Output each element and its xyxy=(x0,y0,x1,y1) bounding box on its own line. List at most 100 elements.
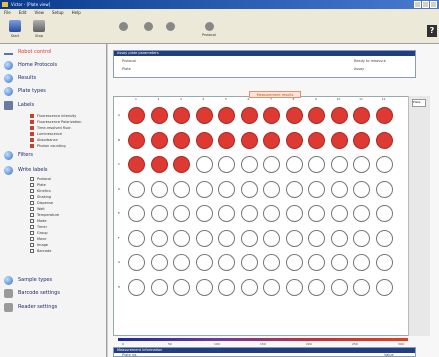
plate-well[interactable] xyxy=(263,156,280,173)
plate-well[interactable] xyxy=(263,131,280,149)
write-sub-item[interactable]: Mode xyxy=(30,219,47,223)
plate-row-header[interactable]: C xyxy=(118,162,120,166)
plate-column-header[interactable]: 11 xyxy=(353,97,369,101)
plate-well[interactable] xyxy=(330,229,348,247)
menu-edit[interactable]: Edit xyxy=(19,9,27,17)
write-sub-item[interactable]: Shaking xyxy=(30,195,51,199)
plate-well[interactable] xyxy=(240,278,258,296)
plate-well[interactable] xyxy=(308,229,325,247)
plate-column-header[interactable]: 9 xyxy=(308,97,324,101)
sidebar-item-barcode-settings[interactable]: Barcode settings xyxy=(4,288,60,298)
plate-well[interactable] xyxy=(128,156,145,173)
label-sub-item[interactable]: Fluorescence Polarization xyxy=(30,120,82,124)
plate-well[interactable] xyxy=(375,254,393,271)
maximize-button[interactable] xyxy=(422,1,429,8)
write-sub-item[interactable]: Dispense xyxy=(30,201,53,205)
plate-column-header[interactable]: 5 xyxy=(218,97,234,101)
plate-well[interactable] xyxy=(218,180,235,198)
plate-well[interactable] xyxy=(150,205,168,222)
plate-well[interactable] xyxy=(150,180,168,198)
plate-well[interactable] xyxy=(263,254,280,271)
plate-well[interactable] xyxy=(195,254,213,271)
plate-well[interactable] xyxy=(308,180,325,198)
plate-well[interactable] xyxy=(375,278,393,296)
plate-column-header[interactable]: 10 xyxy=(331,97,347,101)
plate-well[interactable] xyxy=(263,229,280,247)
plate-column-header[interactable]: 1 xyxy=(128,97,144,101)
plate-well[interactable] xyxy=(240,107,258,124)
plate-well[interactable] xyxy=(150,278,168,296)
plate-well[interactable] xyxy=(308,205,325,222)
plate-well[interactable] xyxy=(173,254,190,271)
write-sub-item[interactable]: Wait xyxy=(30,207,45,211)
plate-well[interactable] xyxy=(308,278,325,296)
plate-side-label[interactable]: Plate xyxy=(412,99,426,107)
plate-well[interactable] xyxy=(285,131,303,149)
plate-well[interactable] xyxy=(128,278,145,296)
plate-well[interactable] xyxy=(195,156,213,173)
plate-well[interactable] xyxy=(218,205,235,222)
plate-well[interactable] xyxy=(218,156,235,173)
plate-row-header[interactable]: D xyxy=(118,187,120,191)
plate-well[interactable] xyxy=(308,107,325,124)
plate-well[interactable] xyxy=(330,254,348,271)
write-sub-item[interactable]: Plate xyxy=(30,183,46,187)
write-sub-item[interactable]: Kinetics xyxy=(30,189,51,193)
write-sub-item[interactable]: Image xyxy=(30,243,48,247)
sidebar-item-robot-control[interactable]: Robot control xyxy=(4,47,51,57)
plate-well[interactable] xyxy=(263,278,280,296)
menu-help[interactable]: Help xyxy=(72,9,81,17)
plate-well[interactable] xyxy=(285,156,303,173)
close-button[interactable] xyxy=(430,1,437,8)
plate-well[interactable] xyxy=(173,156,190,173)
plate-well[interactable] xyxy=(195,180,213,198)
minimize-button[interactable] xyxy=(414,1,421,8)
tool-button-3[interactable] xyxy=(160,20,180,42)
plate-well[interactable] xyxy=(240,205,258,222)
sidebar-item-sample-types[interactable]: Sample types xyxy=(4,275,52,285)
plate-well[interactable] xyxy=(353,254,370,271)
write-sub-item[interactable]: Timer xyxy=(30,225,47,229)
plate-well[interactable] xyxy=(285,278,303,296)
plate-well[interactable] xyxy=(150,156,168,173)
plate-well[interactable] xyxy=(330,131,348,149)
plate-well[interactable] xyxy=(263,180,280,198)
sidebar-item-filters[interactable]: Filters xyxy=(4,150,33,160)
label-sub-item[interactable]: Absorbance xyxy=(30,138,58,142)
plate-well[interactable] xyxy=(173,180,190,198)
plate-well[interactable] xyxy=(128,205,145,222)
plate-well[interactable] xyxy=(173,229,190,247)
protocol-button[interactable]: Protocol xyxy=(199,20,219,42)
plate-well[interactable] xyxy=(240,229,258,247)
plate-well[interactable] xyxy=(375,156,393,173)
plate-well[interactable] xyxy=(353,180,370,198)
plate-well[interactable] xyxy=(375,131,393,149)
write-sub-item[interactable]: Barcode xyxy=(30,249,51,253)
plate-well[interactable] xyxy=(263,205,280,222)
plate-well[interactable] xyxy=(150,229,168,247)
plate-well[interactable] xyxy=(218,254,235,271)
plate-row-header[interactable]: B xyxy=(118,138,120,142)
plate-well[interactable] xyxy=(330,156,348,173)
plate-well[interactable] xyxy=(353,156,370,173)
plate-well[interactable] xyxy=(218,107,235,124)
plate-well[interactable] xyxy=(285,254,303,271)
plate-well[interactable] xyxy=(195,278,213,296)
tool-button-1[interactable] xyxy=(113,20,133,42)
plate-well[interactable] xyxy=(285,229,303,247)
plate-well[interactable] xyxy=(218,131,235,149)
plate-row-header[interactable]: H xyxy=(118,285,120,289)
write-sub-item[interactable]: Temperature xyxy=(30,213,59,217)
stop-button[interactable]: Stop xyxy=(29,20,49,42)
plate-well[interactable] xyxy=(353,278,370,296)
plate-well[interactable] xyxy=(173,131,190,149)
label-sub-item[interactable]: Time-resolved fluor. xyxy=(30,126,72,130)
help-button[interactable]: ? xyxy=(427,25,437,37)
plate-well[interactable] xyxy=(150,254,168,271)
plate-well[interactable] xyxy=(308,254,325,271)
plate-row-header[interactable]: A xyxy=(118,113,120,117)
tool-button-2[interactable] xyxy=(138,20,158,42)
plate-well[interactable] xyxy=(128,107,145,124)
plate-well[interactable] xyxy=(195,229,213,247)
label-sub-item[interactable]: Photon counting xyxy=(30,144,66,148)
